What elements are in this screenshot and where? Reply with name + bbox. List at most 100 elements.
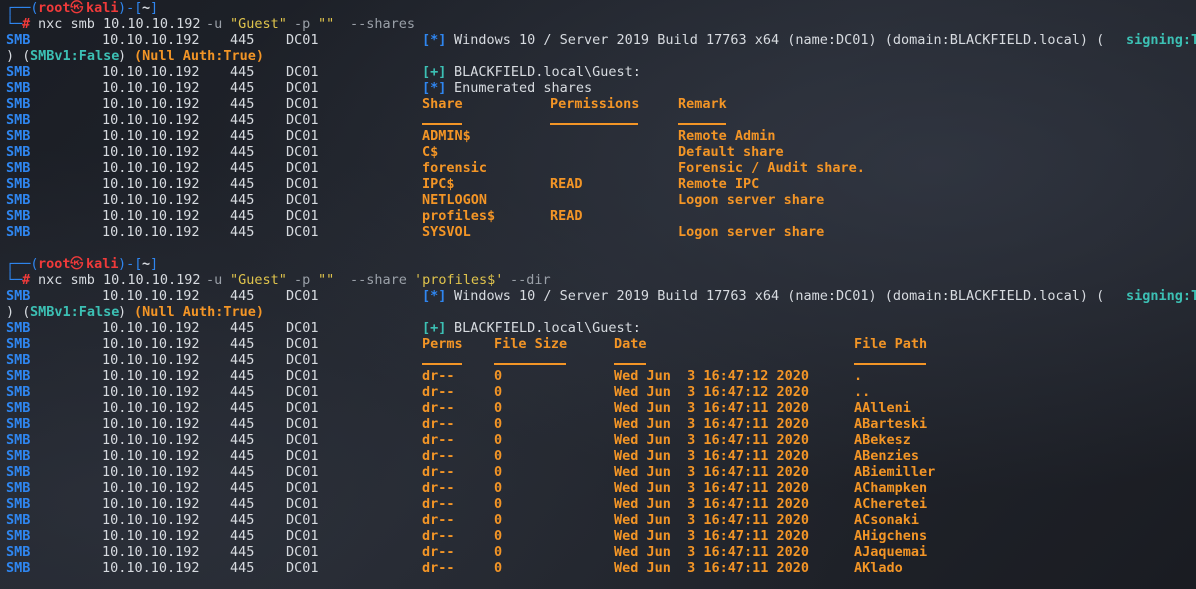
host-port: 445 [230, 512, 255, 528]
host-ip: 10.10.10.192 [102, 160, 200, 176]
host-name: DC01 [286, 32, 319, 48]
share-name: profiles$ [422, 208, 496, 224]
host-name: DC01 [286, 64, 319, 80]
entry-size: 0 [494, 464, 503, 480]
host-ip: 10.10.10.192 [102, 368, 200, 384]
host-ip: 10.10.10.192 [102, 336, 200, 352]
entry-size: 0 [494, 448, 503, 464]
entry-path: AChampken [854, 480, 928, 496]
host-name: DC01 [286, 176, 319, 192]
entry-perms: dr-- [422, 464, 455, 480]
entry-perms: dr-- [422, 528, 455, 544]
host-ip: 10.10.10.192 [102, 96, 200, 112]
entry-date: Wed Jun 3 16:47:11 2020 [614, 528, 810, 544]
prompt-user: root [38, 0, 71, 16]
share-name: C$ [422, 144, 439, 160]
signing-status: signing:True [1126, 288, 1196, 304]
host-port: 445 [230, 384, 255, 400]
info-text: Windows 10 / Server 2019 Build 17763 x64… [454, 32, 1105, 48]
host-name: DC01 [286, 192, 319, 208]
host-port: 445 [230, 160, 255, 176]
protocol-label: SMB [6, 320, 31, 336]
host-port: 445 [230, 496, 255, 512]
host-ip: 10.10.10.192 [102, 384, 200, 400]
signing-status: signing:True [1126, 32, 1196, 48]
host-name: DC01 [286, 432, 319, 448]
host-ip: 10.10.10.192 [102, 544, 200, 560]
prompt-line-2: ┌──(root ㉿ kali)-[~] [6, 256, 159, 272]
entry-path: ABenzies [854, 448, 920, 464]
entry-date: Wed Jun 3 16:47:11 2020 [614, 448, 810, 464]
entry-path: ABarteski [854, 416, 928, 432]
entry-size: 0 [494, 416, 503, 432]
null-auth-status: (Null Auth:True) [134, 48, 265, 64]
protocol-label: SMB [6, 128, 31, 144]
protocol-label: SMB [6, 512, 31, 528]
host-ip: 10.10.10.192 [102, 208, 200, 224]
col-header-remark: Remark [678, 96, 727, 112]
protocol-label: SMB [6, 176, 31, 192]
host-ip: 10.10.10.192 [102, 352, 200, 368]
entry-date: Wed Jun 3 16:47:11 2020 [614, 416, 810, 432]
col-header-file-size: File Size [494, 336, 568, 352]
host-name: DC01 [286, 320, 319, 336]
host-ip: 10.10.10.192 [102, 64, 200, 80]
host-ip: 10.10.10.192 [102, 496, 200, 512]
host-port: 445 [230, 432, 255, 448]
host-ip: 10.10.10.192 [102, 176, 200, 192]
protocol-label: SMB [6, 160, 31, 176]
protocol-label: SMB [6, 64, 31, 80]
entry-size: 0 [494, 496, 503, 512]
protocol-label: SMB [6, 208, 31, 224]
entry-path: .. [854, 384, 871, 400]
host-ip: 10.10.10.192 [102, 464, 200, 480]
host-name: DC01 [286, 512, 319, 528]
host-name: DC01 [286, 208, 319, 224]
col-header-share: Share [422, 96, 463, 112]
entry-date: Wed Jun 3 16:47:11 2020 [614, 464, 810, 480]
host-ip: 10.10.10.192 [102, 512, 200, 528]
entry-perms: dr-- [422, 432, 455, 448]
command-line-2[interactable]: └─ # nxc smb 10.10.10.192 -u "Guest" -p "" --sh… [6, 272, 551, 288]
entry-size: 0 [494, 528, 503, 544]
entry-perms: dr-- [422, 496, 455, 512]
prompt-at-symbol: ㉿ [70, 0, 84, 16]
command-bin: nxc smb 10.10.10.192 [38, 16, 201, 32]
host-ip: 10.10.10.192 [102, 112, 200, 128]
share-name: IPC$ [422, 176, 455, 192]
entry-date: Wed Jun 3 16:47:11 2020 [614, 400, 810, 416]
auth-text: BLACKFIELD.local\Guest: [454, 320, 641, 336]
entry-path: ACheretei [854, 496, 928, 512]
col-header-file-path: File Path [854, 336, 928, 352]
host-name: DC01 [286, 80, 319, 96]
success-tag: [+] [422, 64, 447, 80]
info-text: Windows 10 / Server 2019 Build 17763 x64… [454, 288, 1105, 304]
host-ip: 10.10.10.192 [102, 448, 200, 464]
protocol-label: SMB [6, 288, 31, 304]
entry-size: 0 [494, 432, 503, 448]
entry-date: Wed Jun 3 16:47:11 2020 [614, 544, 810, 560]
host-port: 445 [230, 480, 255, 496]
host-name: DC01 [286, 128, 319, 144]
prompt-host: kali [86, 0, 119, 16]
host-name: DC01 [286, 544, 319, 560]
entry-path: . [854, 368, 863, 384]
host-port: 445 [230, 416, 255, 432]
share-remark: Logon server share [678, 224, 825, 240]
host-port: 445 [230, 336, 255, 352]
host-port: 445 [230, 192, 255, 208]
host-port: 445 [230, 448, 255, 464]
host-ip: 10.10.10.192 [102, 432, 200, 448]
host-port: 445 [230, 144, 255, 160]
header-underline [854, 363, 926, 365]
entry-size: 0 [494, 480, 503, 496]
host-ip: 10.10.10.192 [102, 400, 200, 416]
host-name: DC01 [286, 96, 319, 112]
entry-date: Wed Jun 3 16:47:11 2020 [614, 432, 810, 448]
protocol-label: SMB [6, 368, 31, 384]
terminal-window[interactable]: ┌──(root ㉿ kali)-[~] └─ # nxc smb 10.10.10.1… [0, 0, 1196, 589]
host-ip: 10.10.10.192 [102, 224, 200, 240]
command-line-1[interactable]: └─ # nxc smb 10.10.10.192 -u "Guest" -p "" --sh… [6, 16, 415, 32]
protocol-label: SMB [6, 432, 31, 448]
host-ip: 10.10.10.192 [102, 480, 200, 496]
